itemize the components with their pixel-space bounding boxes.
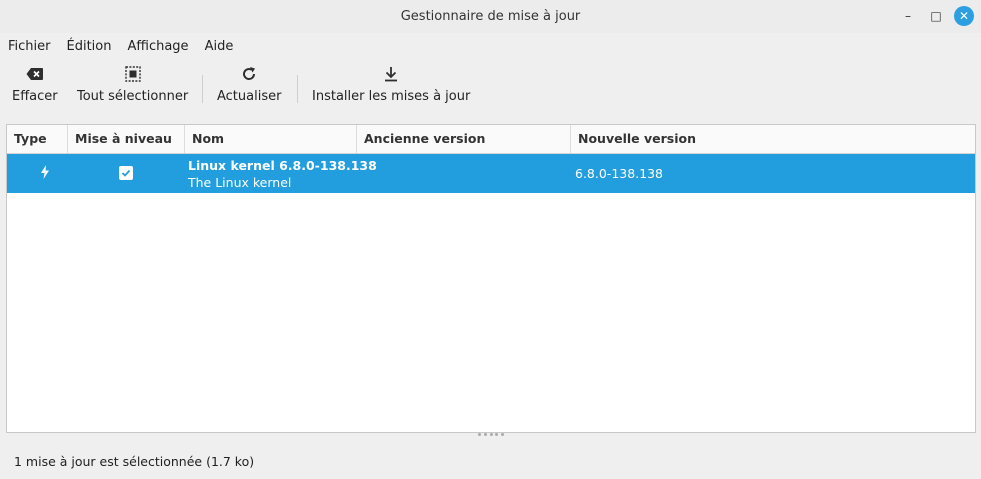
select-all-label: Tout sélectionner [77,89,189,104]
menu-bar: Fichier Édition Affichage Aide [0,33,981,59]
lightning-icon [40,165,50,182]
toolbar-separator [297,75,298,103]
updates-table: Type Mise à niveau Nom Ancienne version … [6,124,976,433]
menu-edit[interactable]: Édition [59,39,120,54]
clear-label: Effacer [12,89,58,104]
menu-file[interactable]: Fichier [0,39,59,54]
upgrade-checkbox[interactable] [119,166,133,180]
column-name[interactable]: Nom [185,125,357,153]
maximize-button[interactable]: □ [926,6,946,26]
toolbar-separator [202,75,203,103]
column-upgrade[interactable]: Mise à niveau [68,125,185,153]
package-name: Linux kernel 6.8.0-138.138 [188,158,377,173]
pane-resize-handle[interactable] [478,433,504,436]
status-text: 1 mise à jour est sélectionnée (1.7 ko) [14,454,255,469]
clear-button[interactable]: Effacer [12,59,58,115]
refresh-icon [241,59,257,89]
column-type[interactable]: Type [7,125,68,153]
backspace-icon [26,59,44,89]
select-all-icon [124,59,141,89]
minimize-button[interactable]: – [898,6,918,26]
download-icon [383,59,399,89]
window-title: Gestionnaire de mise à jour [400,9,581,24]
table-row[interactable]: Linux kernel 6.8.0-138.138 The Linux ker… [7,154,975,193]
table-header: Type Mise à niveau Nom Ancienne version … [7,125,975,154]
toolbar: Effacer Tout sélectionner Actualiser Ins… [0,59,981,115]
title-bar: Gestionnaire de mise à jour – □ ✕ [0,0,981,33]
menu-view[interactable]: Affichage [119,39,196,54]
select-all-button[interactable]: Tout sélectionner [77,59,188,115]
menu-help[interactable]: Aide [197,39,242,54]
column-new-version[interactable]: Nouvelle version [571,125,975,153]
column-old-version[interactable]: Ancienne version [357,125,571,153]
install-button[interactable]: Installer les mises à jour [312,59,470,115]
close-button[interactable]: ✕ [954,6,974,26]
package-description: The Linux kernel [188,175,292,190]
refresh-label: Actualiser [217,89,282,104]
refresh-button[interactable]: Actualiser [217,59,281,115]
new-version: 6.8.0-138.138 [575,166,664,181]
install-label: Installer les mises à jour [312,89,471,104]
